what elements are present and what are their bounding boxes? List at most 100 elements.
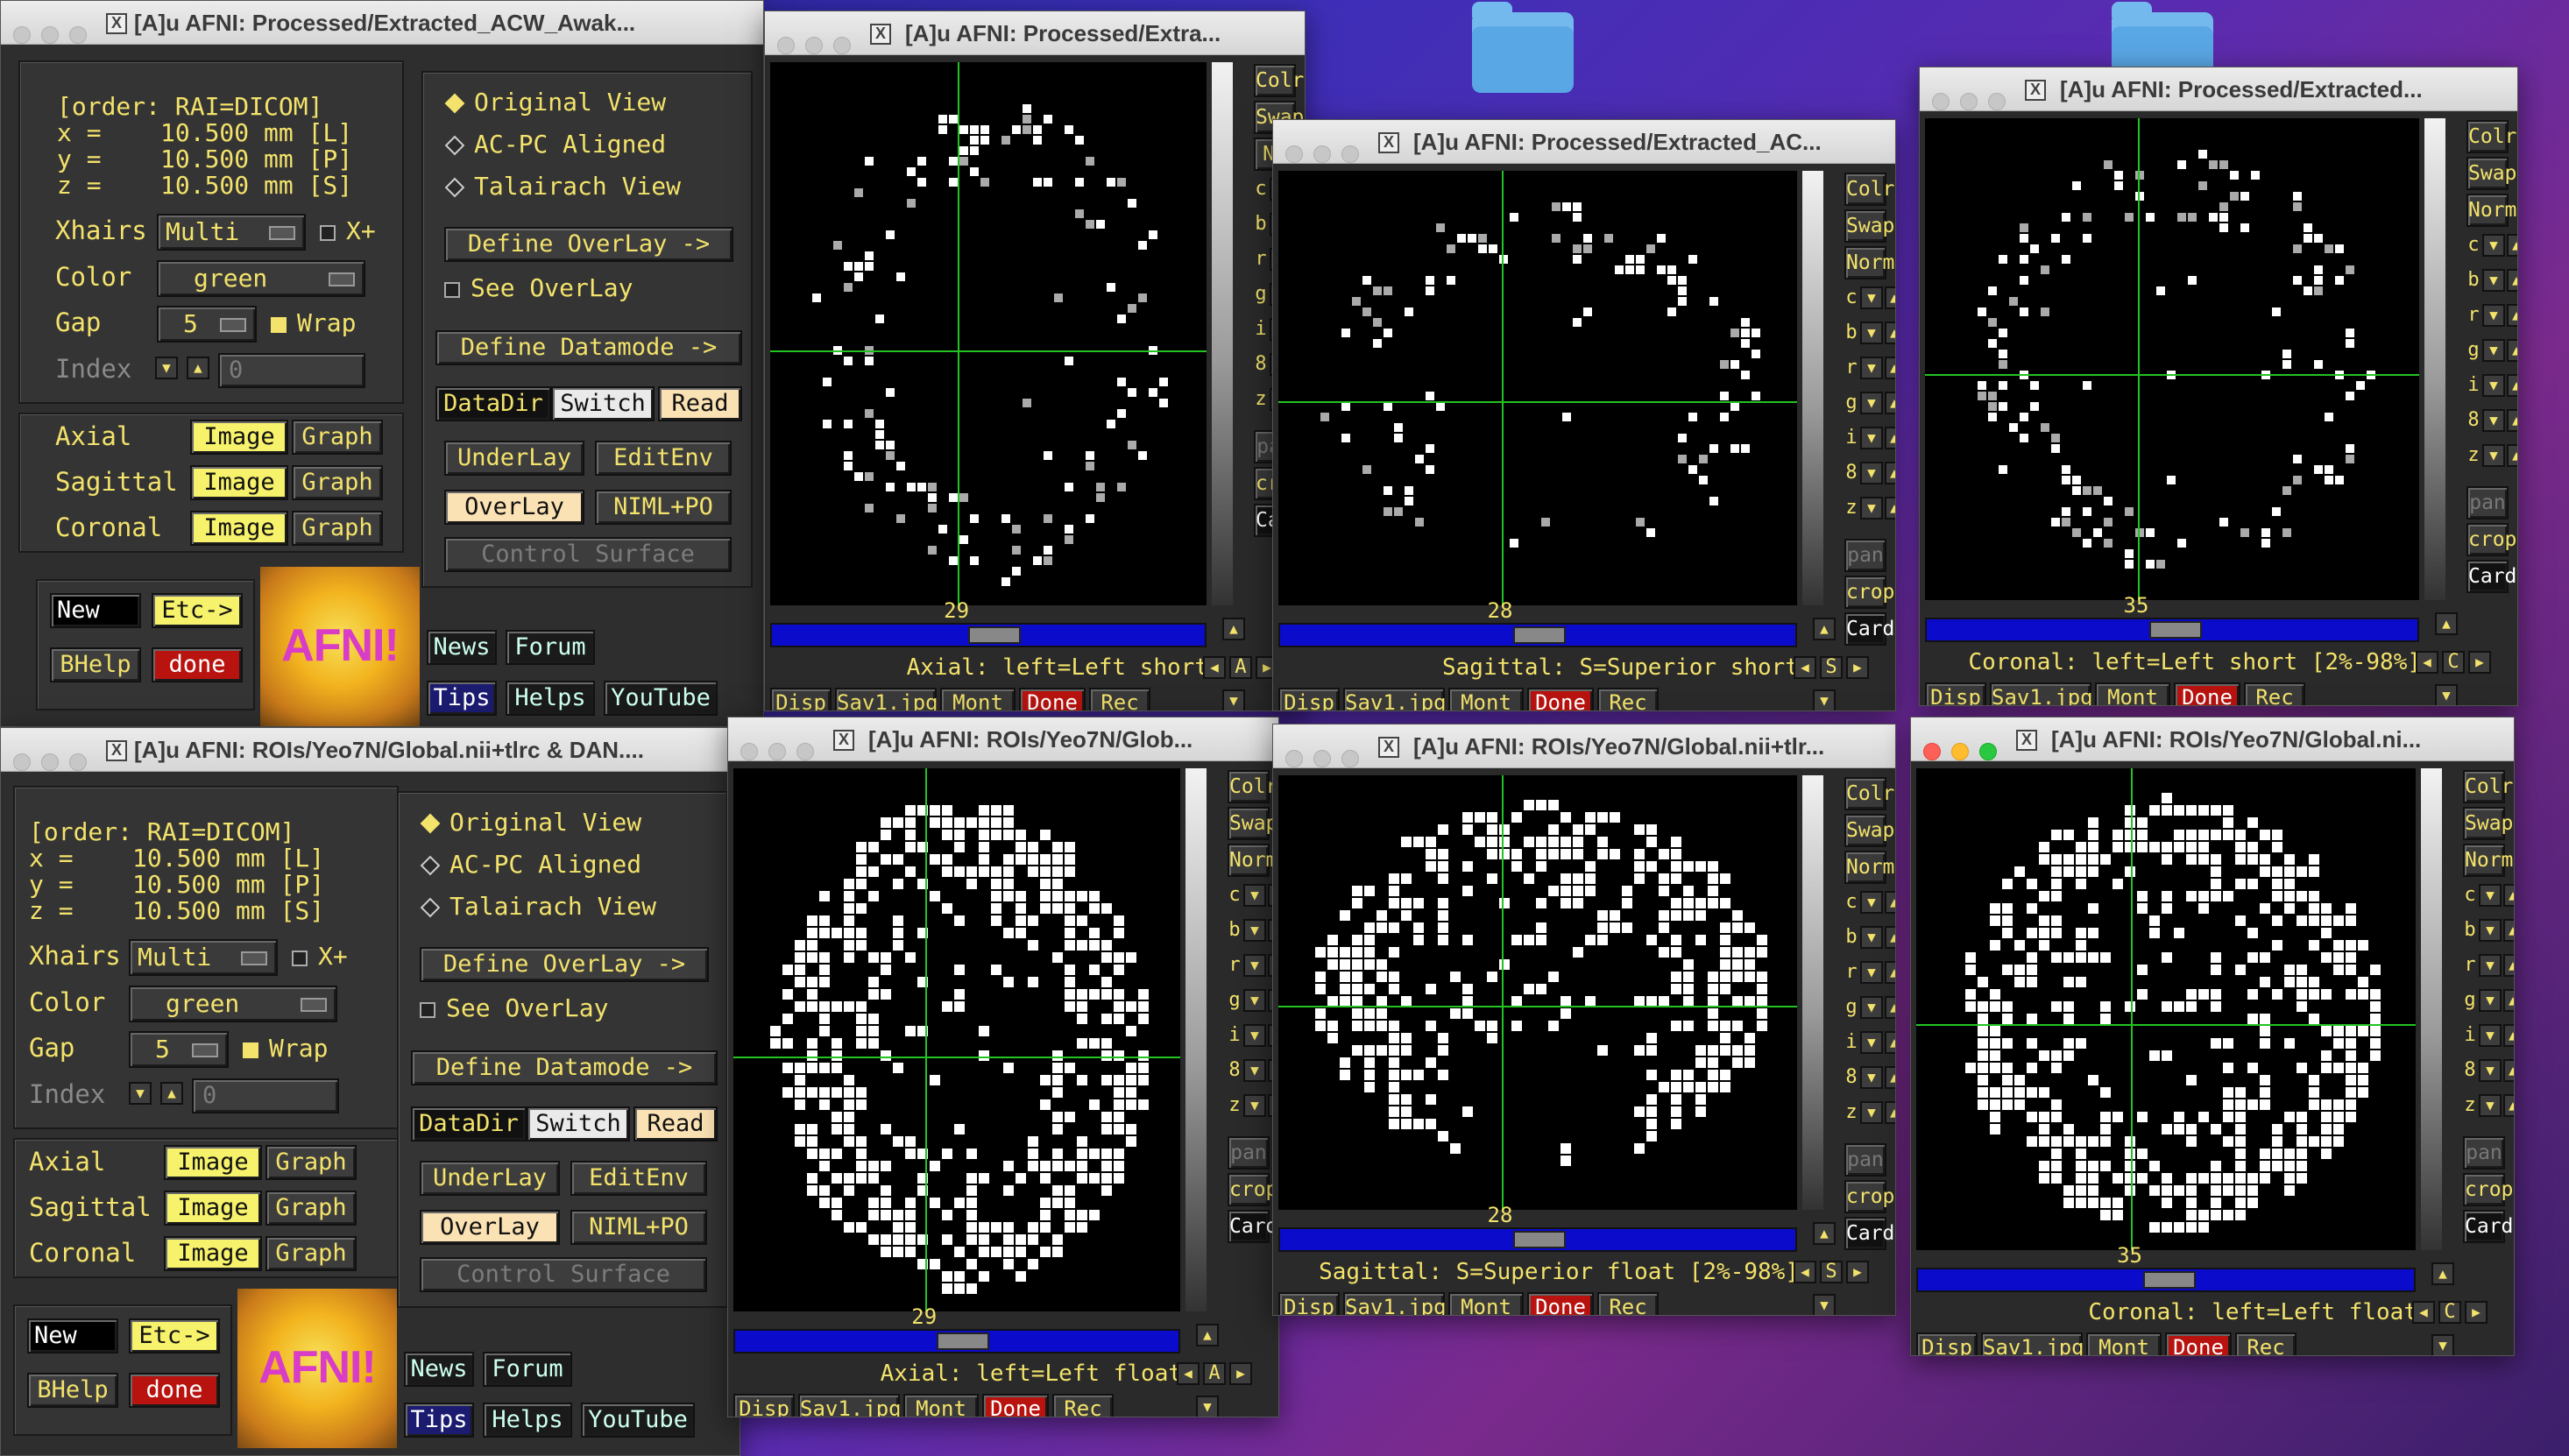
etc-button[interactable]: Etc->	[152, 593, 243, 628]
nav-right-arrow[interactable]: ▶	[1846, 656, 1869, 679]
side-button-norm[interactable]: Norm	[2463, 844, 2513, 877]
down-arrow-icon[interactable]: ▼	[1860, 996, 1883, 1019]
slice-slider[interactable]	[770, 623, 1207, 647]
down-arrow-icon[interactable]: ▼	[1860, 1066, 1883, 1089]
grayscale-bar[interactable]	[1802, 171, 1823, 605]
talairach-view-radio[interactable]: Talairach View	[441, 169, 681, 204]
minimize-window-button[interactable]	[41, 26, 59, 44]
news-button[interactable]: News	[404, 1352, 474, 1387]
talairach-view-radio[interactable]: Talairach View	[416, 889, 656, 924]
brain-slice-image[interactable]	[1278, 171, 1797, 605]
see-overlay-toggle[interactable]: See OverLay	[439, 271, 633, 306]
down-arrow-icon[interactable]: ▼	[1860, 926, 1883, 949]
slider-thumb[interactable]	[2142, 1271, 2196, 1289]
up-arrow-icon[interactable]: ▲	[2503, 989, 2514, 1012]
pan-button[interactable]: pan	[1844, 1143, 1886, 1177]
nav-label-button[interactable]: C	[2442, 651, 2465, 674]
bhelp-button[interactable]: BHelp	[50, 647, 141, 682]
crop-button[interactable]: crop	[2466, 523, 2516, 556]
side-button-swap[interactable]: Swap	[2463, 807, 2513, 840]
sav-button[interactable]: Sav1.jpg	[1981, 1332, 2084, 1355]
up-arrow-icon[interactable]: ▲	[1885, 322, 1895, 344]
helps-button[interactable]: Helps	[483, 1403, 572, 1438]
nav-up-arrow[interactable]: ▲	[1222, 618, 1245, 640]
up-arrow-icon[interactable]: ▲	[2507, 234, 2517, 257]
slider-thumb[interactable]	[1513, 1231, 1567, 1248]
minimize-window-button[interactable]	[41, 753, 59, 771]
slice-slider[interactable]	[1278, 623, 1797, 647]
rec-button[interactable]: Rec	[1597, 688, 1659, 710]
down-arrow-icon[interactable]: ▼	[1243, 919, 1266, 942]
nav-right-arrow[interactable]: ▶	[1846, 1261, 1869, 1283]
down-arrow-icon[interactable]: ▼	[2482, 339, 2505, 362]
sav-button[interactable]: Sav1.jpg	[1343, 688, 1447, 710]
brain-slice-image[interactable]	[770, 62, 1207, 605]
up-arrow-icon[interactable]: ▲	[1885, 357, 1895, 379]
slice-slider[interactable]	[1916, 1268, 2416, 1292]
down-arrow-icon[interactable]: ▼	[2479, 1059, 2502, 1082]
gap-menu[interactable]: 5	[157, 306, 257, 343]
mont-button[interactable]: Mont	[1448, 1292, 1524, 1315]
nav-up-arrow[interactable]: ▲	[1196, 1324, 1219, 1346]
minimize-window-button[interactable]	[1313, 145, 1331, 163]
side-button-colr[interactable]: Colr	[2466, 120, 2516, 153]
gap-menu[interactable]: 5	[129, 1031, 229, 1068]
down-arrow-icon[interactable]: ▼	[1860, 427, 1883, 449]
down-arrow-icon[interactable]: ▼	[1860, 322, 1883, 344]
zoom-window-button[interactable]	[69, 26, 87, 44]
xplus-toggle[interactable]: X+	[315, 214, 376, 249]
desktop-folder-icon[interactable]	[1472, 2, 1574, 93]
nav-up-arrow[interactable]: ▲	[1813, 618, 1836, 640]
done-button[interactable]: Done	[1019, 688, 1086, 710]
close-window-button[interactable]	[13, 753, 31, 771]
disp-button[interactable]: Disp	[1278, 1292, 1340, 1315]
nav-down-arrow[interactable]: ▼	[1813, 689, 1836, 710]
mont-button[interactable]: Mont	[903, 1394, 979, 1417]
up-arrow-icon[interactable]: ▲	[2507, 269, 2517, 292]
slice-slider[interactable]	[1278, 1227, 1797, 1252]
youtube-button[interactable]: YouTube	[581, 1403, 695, 1438]
grayscale-bar[interactable]	[1802, 775, 1823, 1210]
down-arrow-icon[interactable]: ▼	[1243, 1094, 1266, 1117]
done-button[interactable]: Done	[982, 1394, 1049, 1417]
nav-left-arrow[interactable]: ◀	[2416, 651, 2438, 674]
nav-label-button[interactable]: S	[1820, 656, 1843, 679]
down-arrow-icon[interactable]: ▼	[2479, 884, 2502, 907]
zoom-window-button[interactable]	[69, 753, 87, 771]
nav-up-arrow[interactable]: ▲	[1813, 1222, 1836, 1245]
sagittal-image-button[interactable]: Image	[190, 465, 288, 500]
coronal-image-button[interactable]: Image	[164, 1236, 262, 1271]
niml-button[interactable]: NIML+PO	[570, 1210, 707, 1245]
disp-button[interactable]: Disp	[1925, 682, 1986, 705]
index-up-arrow[interactable]: ▲	[160, 1082, 183, 1105]
side-button-colr[interactable]: Colr	[1844, 777, 1894, 810]
nav-label-button[interactable]: S	[1820, 1261, 1843, 1283]
xhairs-menu[interactable]: Multi	[129, 939, 278, 976]
underlay-button[interactable]: UnderLay	[420, 1161, 560, 1196]
bhelp-button[interactable]: BHelp	[27, 1373, 118, 1408]
window-titlebar[interactable]: X [A]u AFNI: ROIs/Yeo7N/Global.nii+tlrc …	[1, 728, 740, 772]
zoom-window-button[interactable]	[1341, 145, 1359, 163]
crop-button[interactable]: crop	[1228, 1173, 1277, 1206]
up-arrow-icon[interactable]: ▲	[2507, 374, 2517, 397]
nav-label-button[interactable]: C	[2438, 1301, 2461, 1324]
card-button[interactable]: Card	[1844, 1217, 1894, 1250]
close-window-button[interactable]	[1285, 750, 1303, 767]
define-datamode-button[interactable]: Define Datamode ->	[435, 330, 742, 365]
zoom-window-button[interactable]	[1979, 743, 1997, 760]
down-arrow-icon[interactable]: ▼	[1860, 1031, 1883, 1054]
read-button[interactable]: Read	[633, 1106, 718, 1141]
axial-image-button[interactable]: Image	[190, 420, 288, 455]
sagittal-image-button[interactable]: Image	[164, 1191, 262, 1226]
afni-logo[interactable]: AFNI!	[260, 567, 420, 726]
window-titlebar[interactable]: X [A]u AFNI: Processed/Extracted...	[1920, 67, 2517, 111]
new-button[interactable]: New	[50, 593, 141, 628]
disp-button[interactable]: Disp	[770, 688, 832, 710]
disp-button[interactable]: Disp	[1916, 1332, 1978, 1355]
forum-button[interactable]: Forum	[506, 630, 595, 665]
up-arrow-icon[interactable]: ▲	[2503, 919, 2514, 942]
crop-button[interactable]: crop	[1844, 1180, 1894, 1213]
see-overlay-toggle[interactable]: See OverLay	[414, 991, 608, 1026]
up-arrow-icon[interactable]: ▲	[1885, 1101, 1895, 1124]
rec-button[interactable]: Rec	[1089, 688, 1150, 710]
